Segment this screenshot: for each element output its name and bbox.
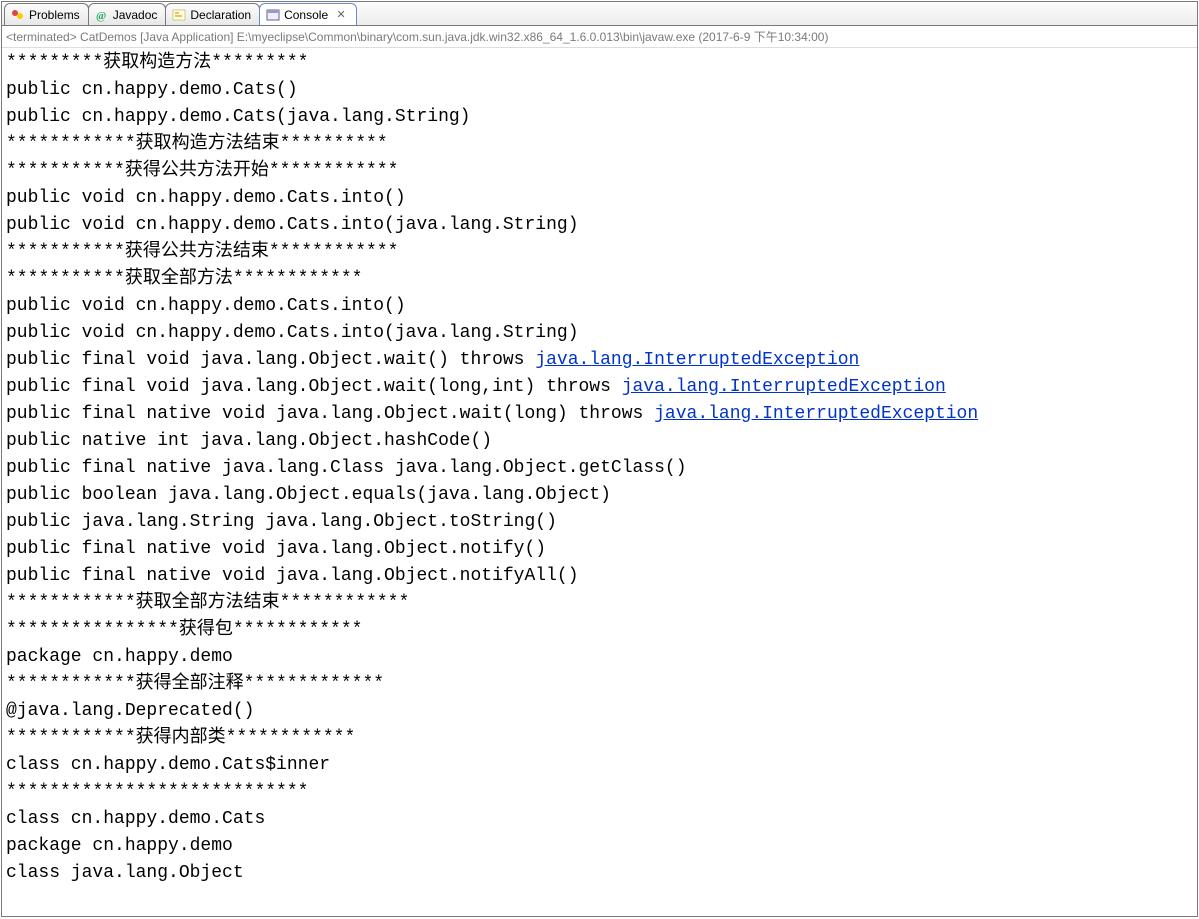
tab-console[interactable]: Console ✕ [259, 3, 357, 25]
console-line: class java.lang.Object [6, 860, 1193, 887]
tab-javadoc[interactable]: @ Javadoc [88, 3, 167, 25]
console-line: package cn.happy.demo [6, 833, 1193, 860]
console-process-meta: <terminated> CatDemos [Java Application]… [2, 26, 1197, 48]
console-line: *********获取构造方法********* [6, 50, 1193, 77]
console-icon [266, 8, 280, 22]
exception-link[interactable]: java.lang.InterruptedException [622, 377, 946, 397]
view-tabbar: Problems @ Javadoc Declaration [2, 2, 1197, 26]
svg-text:@: @ [96, 10, 106, 22]
console-line: ***********获取全部方法************ [6, 266, 1193, 293]
console-line: public final native java.lang.Class java… [6, 455, 1193, 482]
console-output[interactable]: *********获取构造方法*********public cn.happy.… [2, 48, 1197, 916]
console-line: public final void java.lang.Object.wait(… [6, 374, 1193, 401]
console-line: ************获取全部方法结束************ [6, 590, 1193, 617]
tab-label: Problems [29, 8, 80, 22]
console-line: ************获得内部类************ [6, 725, 1193, 752]
console-line: public void cn.happy.demo.Cats.into() [6, 185, 1193, 212]
console-line: public cn.happy.demo.Cats() [6, 77, 1193, 104]
exception-link[interactable]: java.lang.InterruptedException [535, 350, 859, 370]
console-line: package cn.happy.demo [6, 644, 1193, 671]
console-line: public java.lang.String java.lang.Object… [6, 509, 1193, 536]
console-view-frame: Problems @ Javadoc Declaration [1, 1, 1198, 917]
console-line: ************获取构造方法结束********** [6, 131, 1193, 158]
console-line: public void cn.happy.demo.Cats.into(java… [6, 320, 1193, 347]
console-line: public boolean java.lang.Object.equals(j… [6, 482, 1193, 509]
console-line: public void cn.happy.demo.Cats.into() [6, 293, 1193, 320]
console-line: public native int java.lang.Object.hashC… [6, 428, 1193, 455]
console-line: ****************获得包************ [6, 617, 1193, 644]
console-line: public cn.happy.demo.Cats(java.lang.Stri… [6, 104, 1193, 131]
problems-icon [11, 8, 25, 22]
console-line: **************************** [6, 779, 1193, 806]
declaration-icon [172, 8, 186, 22]
close-icon[interactable]: ✕ [334, 8, 348, 22]
tab-label: Console [284, 8, 328, 22]
console-line: public final native void java.lang.Objec… [6, 401, 1193, 428]
exception-link[interactable]: java.lang.InterruptedException [654, 404, 978, 424]
console-line: public void cn.happy.demo.Cats.into(java… [6, 212, 1193, 239]
console-line: ***********获得公共方法开始************ [6, 158, 1193, 185]
console-line: public final native void java.lang.Objec… [6, 536, 1193, 563]
console-line: class cn.happy.demo.Cats [6, 806, 1193, 833]
console-line: ************获得全部注释************* [6, 671, 1193, 698]
tab-declaration[interactable]: Declaration [165, 3, 260, 25]
javadoc-icon: @ [95, 8, 109, 22]
console-line: public final native void java.lang.Objec… [6, 563, 1193, 590]
console-line: @java.lang.Deprecated() [6, 698, 1193, 725]
tab-label: Javadoc [113, 8, 158, 22]
console-line: class cn.happy.demo.Cats$inner [6, 752, 1193, 779]
tab-label: Declaration [190, 8, 251, 22]
console-line: ***********获得公共方法结束************ [6, 239, 1193, 266]
console-line: public final void java.lang.Object.wait(… [6, 347, 1193, 374]
tab-problems[interactable]: Problems [4, 3, 89, 25]
